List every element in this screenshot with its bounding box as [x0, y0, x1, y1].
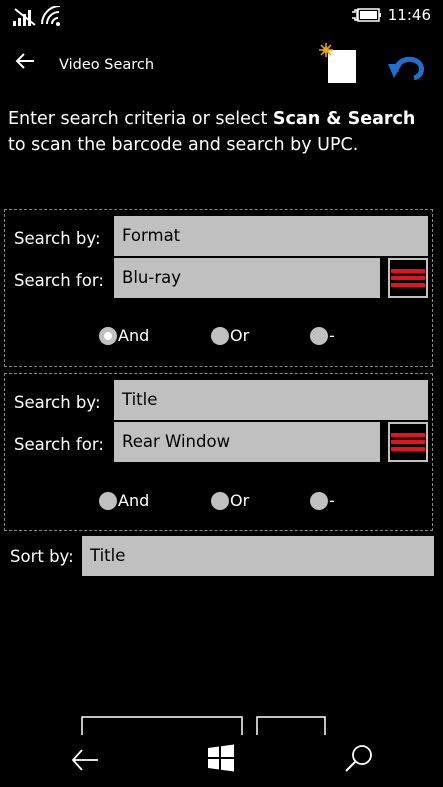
- radio-unselected-icon: [310, 326, 328, 345]
- search-for-label: Search for:: [14, 271, 104, 290]
- scan-search-icon[interactable]: [316, 42, 362, 84]
- back-arrow-icon[interactable]: [14, 50, 36, 72]
- search-by-field[interactable]: Title: [114, 380, 428, 420]
- search-by-label: Search by:: [14, 229, 101, 248]
- delete-icon: [391, 269, 425, 287]
- criteria-group-2: Search by: Title Search for: Rear Window…: [4, 373, 433, 531]
- page-title: Video Search: [59, 57, 155, 73]
- battery-icon: [352, 8, 381, 22]
- search-for-field[interactable]: Rear Window: [114, 422, 380, 462]
- sort-by-field[interactable]: Title: [82, 536, 434, 576]
- search-for-field[interactable]: Blu-ray: [114, 258, 380, 298]
- radio-or-label: Or: [230, 491, 250, 510]
- radio-or-label: Or: [230, 326, 250, 345]
- delete-icon: [391, 433, 425, 451]
- criteria-group-1: Search by: Format Search for: Blu-ray An…: [4, 209, 433, 367]
- search-by-label: Search by:: [14, 393, 101, 412]
- undo-icon[interactable]: [388, 52, 428, 80]
- radio-unselected-icon: [211, 326, 229, 345]
- radio-and[interactable]: And: [99, 326, 149, 345]
- radio-and-label: And: [118, 491, 150, 510]
- windows-start-icon[interactable]: [207, 744, 235, 772]
- radio-unselected-icon: [310, 491, 328, 510]
- radio-or[interactable]: Or: [211, 491, 249, 510]
- radio-none[interactable]: -: [310, 491, 335, 510]
- radio-none-label: -: [329, 326, 335, 345]
- delete-criteria-button[interactable]: [388, 422, 428, 462]
- radio-and[interactable]: And: [99, 491, 149, 510]
- nav-search-icon[interactable]: [344, 743, 374, 773]
- nav-back-icon[interactable]: [70, 745, 100, 775]
- delete-criteria-button[interactable]: [388, 258, 428, 298]
- radio-and-label: And: [118, 326, 150, 345]
- clock: 11:46: [387, 6, 431, 24]
- sort-by-label: Sort by:: [10, 547, 74, 566]
- search-for-label: Search for:: [14, 435, 104, 454]
- radio-none-label: -: [329, 491, 335, 510]
- wifi-icon: [41, 6, 61, 26]
- signal-icon: [13, 8, 36, 26]
- instructions-text: Enter search criteria or select Scan & S…: [8, 109, 416, 155]
- search-by-field[interactable]: Format: [114, 216, 428, 256]
- radio-or[interactable]: Or: [211, 326, 249, 345]
- radio-none[interactable]: -: [310, 326, 335, 345]
- radio-unselected-icon: [99, 491, 117, 510]
- app-bar-handles[interactable]: [0, 715, 443, 735]
- radio-unselected-icon: [211, 491, 229, 510]
- navigation-bar: [0, 735, 443, 787]
- status-bar: 11:46: [0, 0, 443, 32]
- radio-selected-icon: [99, 326, 117, 345]
